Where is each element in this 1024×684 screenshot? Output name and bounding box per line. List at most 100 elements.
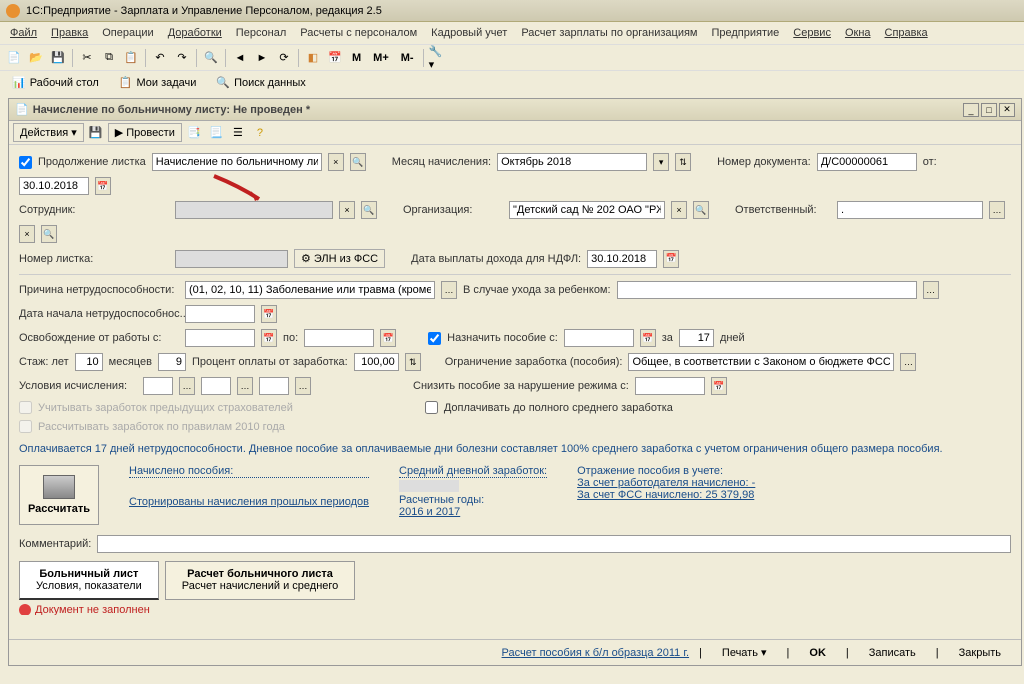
spin-icon[interactable]: ⇅ bbox=[675, 153, 691, 171]
m-plus-icon[interactable]: M+ bbox=[368, 48, 394, 68]
menu-edit[interactable]: Правка bbox=[45, 25, 94, 41]
calendar-icon[interactable]: 📅 bbox=[261, 329, 277, 347]
more-icon[interactable]: … bbox=[900, 353, 916, 371]
unpost-icon[interactable]: 📃 bbox=[206, 123, 226, 143]
save-button[interactable]: Записать bbox=[859, 644, 926, 662]
nav-back-icon[interactable]: ◄ bbox=[230, 48, 250, 68]
tool-icon[interactable]: 🔧▾ bbox=[428, 48, 448, 68]
calendar-icon[interactable]: 📅 bbox=[711, 377, 727, 395]
clear-icon[interactable]: × bbox=[19, 225, 35, 243]
release-to-input[interactable] bbox=[304, 329, 374, 347]
save-icon[interactable]: 💾 bbox=[48, 48, 68, 68]
run-button[interactable]: ▶ Провести bbox=[108, 123, 182, 142]
actions-button[interactable]: Действия ▾ bbox=[13, 123, 84, 142]
close-button[interactable]: Закрыть bbox=[949, 644, 1011, 662]
resp-input[interactable] bbox=[837, 201, 983, 219]
clear-icon[interactable]: × bbox=[671, 201, 687, 219]
assign-checkbox[interactable] bbox=[428, 332, 441, 345]
menu-salary[interactable]: Расчет зарплаты по организациям bbox=[515, 25, 703, 41]
percent-input[interactable] bbox=[354, 353, 399, 371]
assign-input[interactable] bbox=[564, 329, 634, 347]
clear-icon[interactable]: × bbox=[328, 153, 344, 171]
ok-button[interactable]: OK bbox=[799, 644, 836, 662]
month-input[interactable] bbox=[497, 153, 647, 171]
cut-icon[interactable]: ✂ bbox=[77, 48, 97, 68]
more-icon[interactable]: … bbox=[237, 377, 253, 395]
menu-file[interactable]: Файл bbox=[4, 25, 43, 41]
list-icon[interactable]: ☰ bbox=[228, 123, 248, 143]
years-input[interactable] bbox=[75, 353, 103, 371]
cond2-input[interactable] bbox=[201, 377, 231, 395]
clear-icon[interactable]: × bbox=[339, 201, 355, 219]
reduce-input[interactable] bbox=[635, 377, 705, 395]
open-icon[interactable]: 📂 bbox=[26, 48, 46, 68]
save-doc-icon[interactable]: 💾 bbox=[86, 123, 106, 143]
m-icon[interactable]: M bbox=[347, 48, 366, 68]
calc-icon[interactable]: ◧ bbox=[303, 48, 323, 68]
employee-input[interactable] bbox=[175, 201, 333, 219]
copy-icon[interactable]: ⧉ bbox=[99, 48, 119, 68]
calc2011-link[interactable]: Расчет пособия к б/л образца 2011 г. bbox=[502, 647, 690, 659]
fss-link[interactable]: За счет ФСС начислено: 25 379,98 bbox=[577, 489, 755, 501]
continuation-checkbox[interactable] bbox=[19, 156, 32, 169]
help-icon[interactable]: ? bbox=[250, 123, 270, 143]
redo-icon[interactable]: ↷ bbox=[172, 48, 192, 68]
org-input[interactable] bbox=[509, 201, 665, 219]
spin-icon[interactable]: ⇅ bbox=[405, 353, 421, 371]
years-link[interactable]: 2016 и 2017 bbox=[399, 506, 547, 518]
nav-fwd-icon[interactable]: ► bbox=[252, 48, 272, 68]
eln-button[interactable]: ⚙ ЭЛН из ФСС bbox=[294, 249, 385, 268]
more-icon[interactable]: … bbox=[441, 281, 457, 299]
menu-help[interactable]: Справка bbox=[879, 25, 934, 41]
menu-dev[interactable]: Доработки bbox=[162, 25, 228, 41]
menu-personnel[interactable]: Персонал bbox=[230, 25, 293, 41]
menu-enterprise[interactable]: Предприятие bbox=[705, 25, 785, 41]
calendar-icon[interactable]: 📅 bbox=[640, 329, 656, 347]
more-icon[interactable]: … bbox=[989, 201, 1005, 219]
more-icon[interactable]: … bbox=[179, 377, 195, 395]
menu-hr[interactable]: Кадровый учет bbox=[425, 25, 513, 41]
up-checkbox[interactable] bbox=[425, 401, 438, 414]
tab-calc[interactable]: Расчет больничного листаРасчет начислени… bbox=[165, 561, 356, 600]
storno-link[interactable]: Сторнированы начисления прошлых периодов bbox=[129, 496, 369, 508]
calendar-icon[interactable]: 📅 bbox=[95, 177, 111, 195]
limit-input[interactable] bbox=[628, 353, 894, 371]
m-minus-icon[interactable]: M- bbox=[396, 48, 419, 68]
avg-link[interactable]: Средний дневной заработок: bbox=[399, 465, 547, 478]
search-icon[interactable]: 🔍 bbox=[201, 48, 221, 68]
more-icon[interactable]: … bbox=[923, 281, 939, 299]
tab-sick-leave[interactable]: Больничный листУсловия, показатели bbox=[19, 561, 159, 600]
paste-icon[interactable]: 📋 bbox=[121, 48, 141, 68]
new-icon[interactable]: 📄 bbox=[4, 48, 24, 68]
cond3-input[interactable] bbox=[259, 377, 289, 395]
sheet-input[interactable] bbox=[175, 250, 288, 268]
more-icon[interactable]: … bbox=[295, 377, 311, 395]
days-input[interactable] bbox=[679, 329, 714, 347]
tab-search[interactable]: 🔍 Поиск данных bbox=[208, 73, 313, 92]
calendar-icon[interactable]: 📅 bbox=[261, 305, 277, 323]
cond1-input[interactable] bbox=[143, 377, 173, 395]
accrued-link[interactable]: Начислено пособия: bbox=[129, 465, 369, 478]
post-icon[interactable]: 📑 bbox=[184, 123, 204, 143]
minimize-icon[interactable]: _ bbox=[963, 103, 979, 117]
menu-calc[interactable]: Расчеты с персоналом bbox=[294, 25, 423, 41]
employer-link[interactable]: За счет работодателя начислено: - bbox=[577, 477, 755, 489]
child-input[interactable] bbox=[617, 281, 917, 299]
start-input[interactable] bbox=[185, 305, 255, 323]
menu-ops[interactable]: Операции bbox=[96, 25, 159, 41]
calendar-icon[interactable]: 📅 bbox=[325, 48, 345, 68]
select-icon[interactable]: 🔍 bbox=[693, 201, 709, 219]
select-icon[interactable]: 🔍 bbox=[41, 225, 57, 243]
months-input[interactable] bbox=[158, 353, 186, 371]
calendar-icon[interactable]: 📅 bbox=[663, 250, 679, 268]
calculate-button[interactable]: Рассчитать bbox=[19, 465, 99, 525]
refresh-icon[interactable]: ⟳ bbox=[274, 48, 294, 68]
maximize-icon[interactable]: □ bbox=[981, 103, 997, 117]
date-input[interactable] bbox=[19, 177, 89, 195]
menu-windows[interactable]: Окна bbox=[839, 25, 877, 41]
select-icon[interactable]: 🔍 bbox=[350, 153, 366, 171]
undo-icon[interactable]: ↶ bbox=[150, 48, 170, 68]
tab-desktop[interactable]: 📊 Рабочий стол bbox=[4, 73, 107, 92]
close-icon[interactable]: ✕ bbox=[999, 103, 1015, 117]
tab-tasks[interactable]: 📋 Мои задачи bbox=[111, 73, 205, 92]
